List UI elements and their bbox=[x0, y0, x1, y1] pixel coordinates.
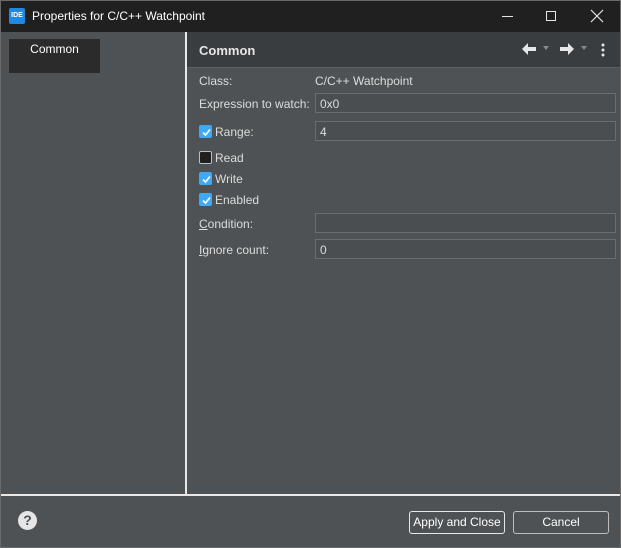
close-button[interactable] bbox=[574, 1, 620, 32]
expression-input[interactable]: 0x0 bbox=[315, 93, 616, 113]
forward-arrow-icon[interactable] bbox=[559, 42, 575, 56]
checkmark-icon bbox=[202, 128, 211, 137]
page-title: Common bbox=[199, 43, 256, 58]
write-checkbox[interactable] bbox=[199, 172, 212, 185]
maximize-icon bbox=[546, 11, 556, 21]
properties-dialog: IDE Properties for C/C++ Watchpoint Comm… bbox=[0, 0, 621, 548]
ignore-count-input[interactable]: 0 bbox=[315, 239, 616, 259]
close-icon bbox=[590, 9, 604, 23]
title-bar[interactable]: IDE Properties for C/C++ Watchpoint bbox=[1, 1, 620, 32]
condition-label-text: ondition: bbox=[207, 217, 254, 231]
apply-and-close-button[interactable]: Apply and Close bbox=[409, 511, 505, 534]
range-checkbox[interactable] bbox=[199, 125, 212, 138]
dialog-footer: ? Apply and Close Cancel bbox=[1, 496, 620, 547]
enabled-label: Enabled bbox=[215, 193, 260, 207]
help-icon[interactable]: ? bbox=[18, 511, 37, 530]
back-arrow-icon[interactable] bbox=[521, 42, 537, 56]
content-header: Common bbox=[187, 32, 620, 68]
expression-label: Expression to watch: bbox=[199, 97, 310, 111]
ide-app-icon: IDE bbox=[9, 8, 25, 24]
ignore-count-label: Ignore count: bbox=[199, 243, 269, 257]
checkmark-icon bbox=[202, 196, 211, 205]
condition-label: Condition: bbox=[199, 217, 253, 231]
range-label: Range: bbox=[215, 125, 254, 139]
read-checkbox[interactable] bbox=[199, 151, 212, 164]
write-label: Write bbox=[215, 172, 243, 186]
ignore-label-text: gnore count: bbox=[202, 243, 270, 257]
content-panel: Common Class: C/C++ Watchpoint Expressio… bbox=[187, 32, 620, 494]
maximize-button[interactable] bbox=[529, 1, 575, 32]
view-menu-dots-icon[interactable] bbox=[601, 42, 605, 58]
sidebar: Common bbox=[1, 32, 185, 494]
checkmark-icon bbox=[202, 175, 211, 184]
class-value: C/C++ Watchpoint bbox=[315, 74, 413, 88]
minimize-button[interactable] bbox=[485, 1, 531, 32]
window-title: Properties for C/C++ Watchpoint bbox=[32, 9, 205, 23]
sidebar-item-common[interactable]: Common bbox=[9, 39, 100, 73]
read-label: Read bbox=[215, 151, 244, 165]
cancel-button[interactable]: Cancel bbox=[513, 511, 609, 534]
back-dropdown-chevron-icon[interactable] bbox=[542, 44, 550, 52]
condition-mnemonic: C bbox=[199, 217, 208, 231]
class-label: Class: bbox=[199, 74, 233, 88]
range-input[interactable]: 4 bbox=[315, 121, 616, 141]
forward-dropdown-chevron-icon[interactable] bbox=[580, 44, 588, 52]
condition-input[interactable] bbox=[315, 213, 616, 233]
enabled-checkbox[interactable] bbox=[199, 193, 212, 206]
minimize-icon bbox=[502, 16, 513, 17]
